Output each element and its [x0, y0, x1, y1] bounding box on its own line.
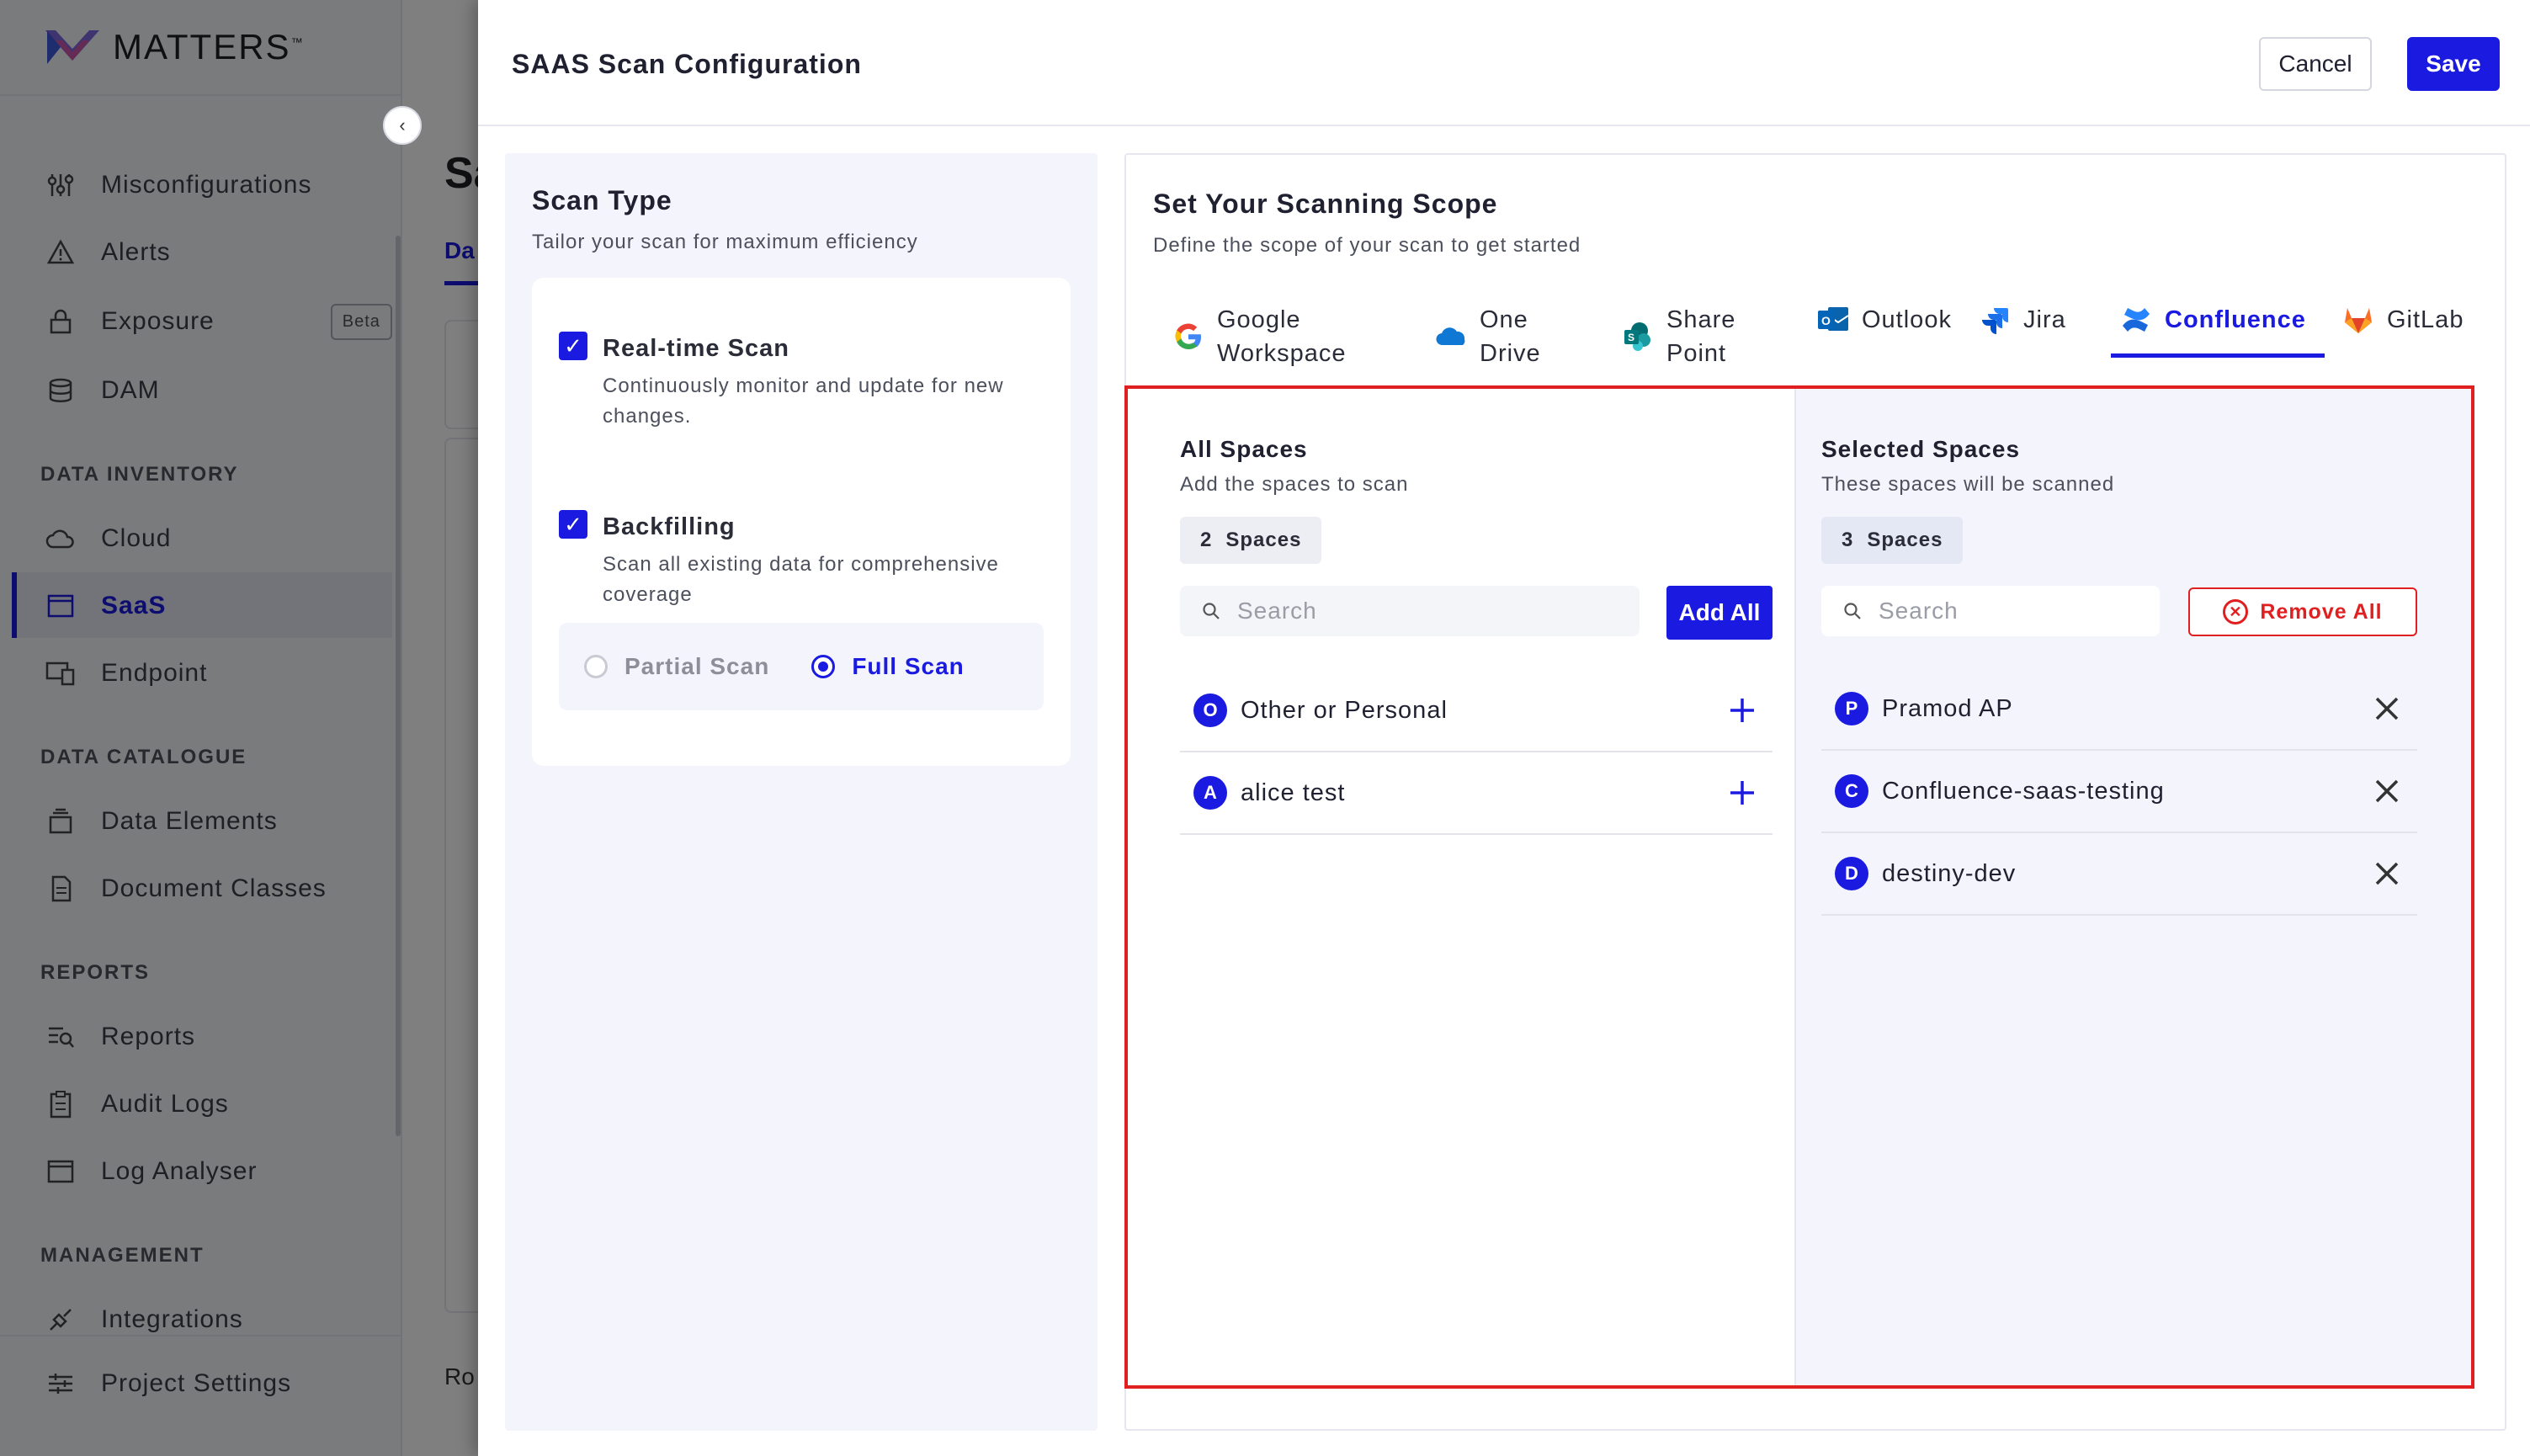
- tab-outlook[interactable]: O Outlook: [1816, 303, 1952, 337]
- space-name: destiny-dev: [1882, 859, 2017, 887]
- scan-type-subtitle: Tailor your scan for maximum efficiency: [532, 231, 918, 253]
- scan-options-card: ✓ Real-time Scan Continuously monitor an…: [532, 278, 1071, 766]
- add-all-button[interactable]: Add All: [1666, 586, 1773, 640]
- space-avatar: O: [1193, 693, 1227, 727]
- tab-google-workspace[interactable]: Google Workspace: [1172, 303, 1347, 370]
- tab-label: Google Workspace: [1217, 306, 1347, 367]
- space-name: Other or Personal: [1241, 696, 1448, 724]
- spaces-count-badge: 2 Spaces: [1180, 517, 1322, 564]
- scope-title: Set Your Scanning Scope: [1153, 189, 1498, 219]
- tab-label: Jira: [2023, 306, 2066, 333]
- list-item: C Confluence-saas-testing: [1821, 751, 2417, 833]
- scan-mode-radio-group: Partial Scan Full Scan: [559, 623, 1044, 710]
- backfilling-option: ✓ Backfilling Scan all existing data for…: [559, 510, 1057, 610]
- active-tab-underline: [2111, 353, 2325, 358]
- list-item: A alice test: [1180, 752, 1773, 835]
- partial-scan-radio[interactable]: Partial Scan: [584, 653, 769, 680]
- all-spaces-subtitle: Add the spaces to scan: [1180, 473, 1409, 496]
- option-title: Real-time Scan: [603, 335, 789, 362]
- radio-circle: [584, 655, 608, 678]
- search-input[interactable]: [1237, 598, 1574, 624]
- drawer-title: SAAS Scan Configuration: [512, 49, 862, 79]
- google-icon: [1172, 320, 1205, 353]
- space-name: Confluence-saas-testing: [1882, 777, 2165, 805]
- space-name: alice test: [1241, 778, 1346, 806]
- tab-confluence[interactable]: Confluence: [2119, 303, 2306, 337]
- tab-sharepoint[interactable]: S Share Point: [1621, 303, 1735, 370]
- selected-spaces-subtitle: These spaces will be scanned: [1821, 473, 2115, 496]
- cancel-button[interactable]: Cancel: [2259, 37, 2372, 91]
- tab-label: Share Point: [1666, 306, 1736, 367]
- radio-circle: [811, 655, 836, 678]
- collapse-sidebar-button[interactable]: ‹: [383, 106, 422, 145]
- search-icon: [1844, 603, 1861, 619]
- spaces-selection-area: All Spaces Add the spaces to scan 2 Spac…: [1124, 385, 2474, 1389]
- realtime-scan-checkbox[interactable]: ✓: [559, 332, 587, 360]
- tab-label: Outlook: [1862, 306, 1952, 333]
- all-spaces-title: All Spaces: [1180, 436, 1308, 462]
- option-description: Scan all existing data for comprehensive…: [603, 553, 999, 606]
- scan-type-title: Scan Type: [532, 185, 672, 215]
- tab-gitlab[interactable]: GitLab: [2341, 303, 2464, 337]
- radio-label: Full Scan: [852, 653, 965, 679]
- option-title: Backfilling: [603, 513, 736, 540]
- add-space-button[interactable]: [1725, 693, 1759, 727]
- selected-spaces-column: Selected Spaces These spaces will be sca…: [1794, 389, 2471, 1385]
- list-item: D destiny-dev: [1821, 833, 2417, 916]
- tab-label: GitLab: [2387, 306, 2464, 333]
- backfilling-checkbox[interactable]: ✓: [559, 510, 587, 539]
- drawer-header: SAAS Scan Configuration Cancel Save: [478, 0, 2530, 126]
- remove-space-button[interactable]: [2370, 692, 2404, 725]
- outlook-icon: O: [1816, 303, 1850, 337]
- full-scan-radio[interactable]: Full Scan: [811, 653, 964, 680]
- plus-icon: [1730, 781, 1754, 805]
- remove-all-button[interactable]: ✕ Remove All: [2188, 587, 2417, 636]
- gitlab-icon: [2341, 303, 2375, 337]
- realtime-scan-option: ✓ Real-time Scan Continuously monitor an…: [559, 332, 1057, 432]
- svg-text:O: O: [1821, 314, 1831, 327]
- all-spaces-search[interactable]: [1180, 586, 1640, 636]
- tab-onedrive[interactable]: One Drive: [1434, 303, 1541, 370]
- search-icon: [1203, 603, 1220, 619]
- tab-label: Confluence: [2165, 306, 2306, 333]
- jira-icon: [1978, 303, 2012, 337]
- close-circle-icon: ✕: [2223, 599, 2249, 624]
- add-space-button[interactable]: [1725, 776, 1759, 810]
- selected-spaces-search[interactable]: [1821, 586, 2160, 636]
- spaces-count-badge: 3 Spaces: [1821, 517, 1964, 564]
- scope-subtitle: Define the scope of your scan to get sta…: [1153, 234, 1581, 257]
- onedrive-icon: [1434, 320, 1468, 353]
- remove-space-button[interactable]: [2370, 857, 2404, 890]
- confluence-icon: [2119, 303, 2153, 337]
- scan-type-panel: Scan Type Tailor your scan for maximum e…: [505, 153, 1098, 1431]
- space-avatar: P: [1835, 692, 1868, 725]
- tab-label: One Drive: [1480, 306, 1541, 367]
- list-item: P Pramod AP: [1821, 668, 2417, 751]
- radio-label: Partial Scan: [625, 653, 770, 679]
- tab-jira[interactable]: Jira: [1978, 303, 2066, 337]
- remove-space-button[interactable]: [2370, 774, 2404, 808]
- plus-icon: [1730, 699, 1754, 722]
- search-input[interactable]: [1879, 598, 2148, 624]
- saas-scan-config-drawer: SAAS Scan Configuration Cancel Save Scan…: [478, 0, 2530, 1456]
- selected-spaces-title: Selected Spaces: [1821, 436, 2021, 462]
- space-avatar: C: [1835, 774, 1868, 808]
- close-icon: [2375, 862, 2399, 885]
- space-name: Pramod AP: [1882, 694, 2013, 722]
- option-description: Continuously monitor and update for new …: [603, 375, 1004, 428]
- space-avatar: A: [1193, 776, 1227, 810]
- close-icon: [2375, 779, 2399, 803]
- svg-text:S: S: [1628, 332, 1635, 343]
- close-icon: [2375, 697, 2399, 720]
- space-avatar: D: [1835, 857, 1868, 890]
- list-item: O Other or Personal: [1180, 670, 1773, 752]
- all-spaces-column: All Spaces Add the spaces to scan 2 Spac…: [1128, 389, 1796, 1385]
- save-button[interactable]: Save: [2407, 37, 2500, 91]
- sharepoint-icon: S: [1621, 320, 1655, 353]
